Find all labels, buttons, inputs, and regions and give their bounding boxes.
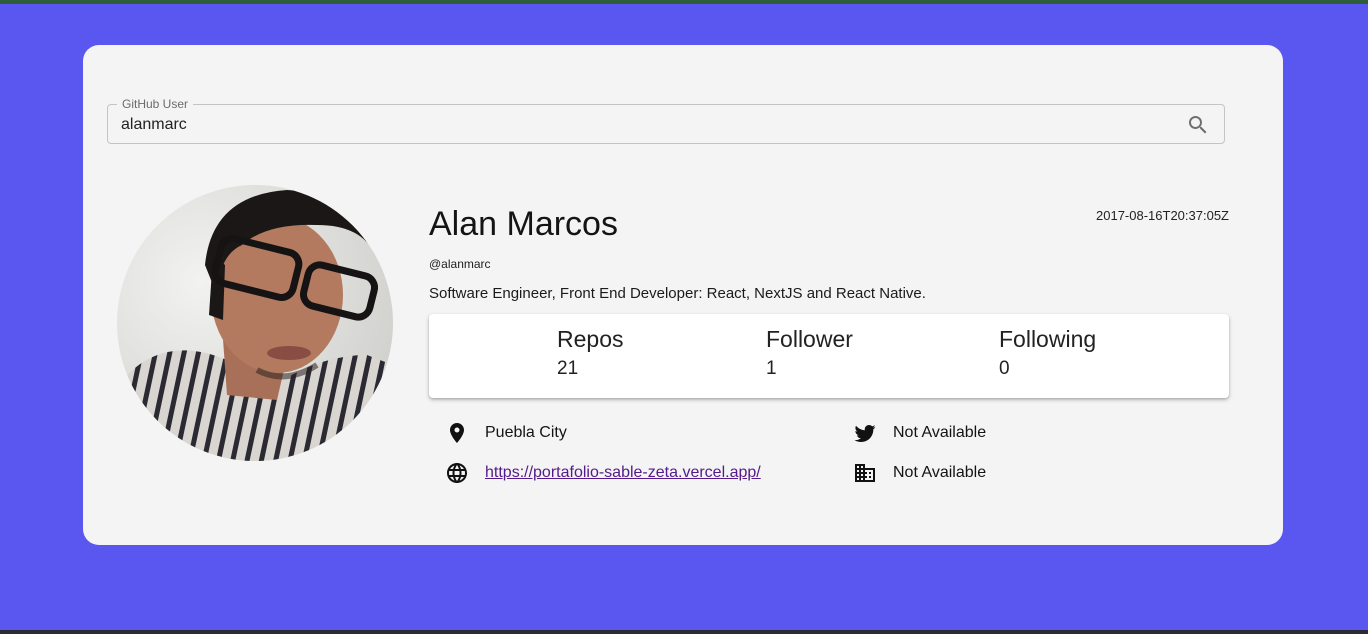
location-text: Puebla City (485, 424, 567, 441)
stat-value: 1 (766, 358, 777, 379)
search-field[interactable]: GitHub User (107, 97, 1225, 144)
stat-repos: Repos 21 (557, 324, 623, 381)
profile-card: GitHub User alanmarc Alan Marcos 2017-08… (83, 45, 1283, 545)
joined-date: 2017-08-16T20:37:05Z (1096, 208, 1229, 223)
stat-label: Following (999, 326, 1097, 352)
stat-value: 0 (999, 358, 1010, 379)
building-icon (855, 464, 875, 482)
search-field-label: GitHub User (117, 97, 194, 111)
search-icon (1189, 116, 1207, 134)
company-text: Not Available (893, 464, 987, 481)
company-row: Not Available (853, 460, 986, 486)
bio: Software Engineer, Front End Developer: … (429, 285, 926, 302)
stat-label: Follower (766, 326, 853, 352)
search-button[interactable] (1186, 113, 1210, 137)
twitter-text: Not Available (893, 424, 987, 441)
profile-name: Alan Marcos (429, 205, 618, 243)
location-row: Puebla City (445, 420, 567, 446)
stat-value: 21 (557, 358, 579, 379)
twitter-icon (854, 425, 876, 442)
avatar-photo (117, 185, 393, 461)
website-row: https://portafolio-sable-zeta.vercel.app… (445, 460, 761, 486)
globe-icon (447, 463, 467, 483)
location-pin-icon (450, 423, 464, 443)
website-link[interactable]: https://portafolio-sable-zeta.vercel.app… (485, 464, 761, 482)
stats-card: Repos 21 Follower 1 Following 0 (429, 314, 1229, 398)
stat-followers: Follower 1 (766, 324, 853, 381)
avatar (117, 185, 393, 461)
username: @alanmarc (429, 257, 491, 271)
bottom-taskbar-strip (0, 630, 1368, 634)
top-border-strip (0, 0, 1368, 4)
search-input[interactable] (121, 114, 1161, 136)
stat-following: Following 0 (999, 324, 1096, 381)
twitter-row: Not Available (853, 420, 986, 446)
stat-label: Repos (557, 326, 624, 352)
